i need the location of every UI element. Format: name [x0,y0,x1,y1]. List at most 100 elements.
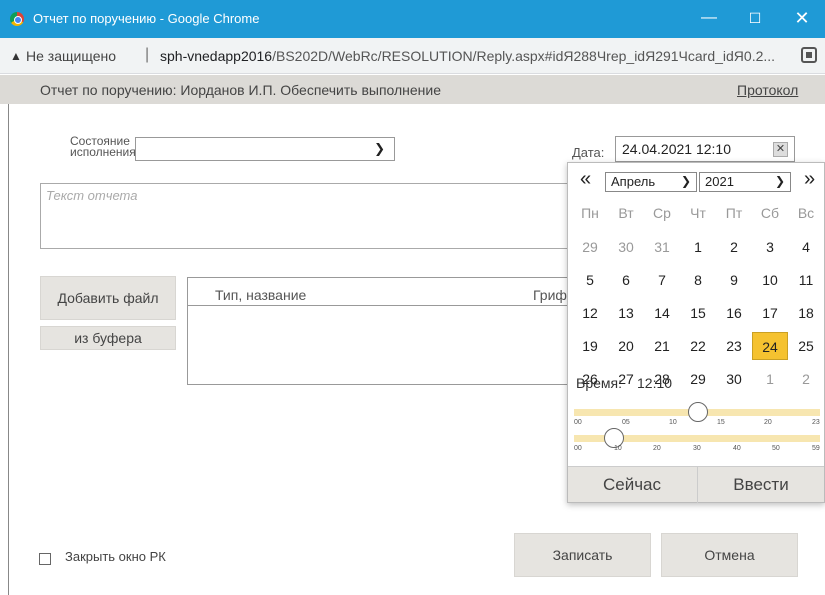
calendar-day[interactable]: 25 [788,332,824,360]
state-label: Состояние исполнения: [70,134,140,159]
from-buffer-button[interactable]: из буфера [40,326,176,350]
date-value: 24.04.2021 12:10 [622,141,731,157]
minute-tick-label: 00 [574,445,582,452]
minute-tick-label: 59 [812,445,820,452]
weekday-header: Пт [725,205,743,221]
calendar-day[interactable]: 1 [752,365,788,393]
calendar-day[interactable]: 6 [608,266,644,294]
calendar-day[interactable]: 11 [788,266,824,294]
minute-ticks: 00 10 20 30 40 50 59 [574,445,824,455]
calendar-day[interactable]: 16 [716,299,752,327]
calendar-footer: Сейчас Ввести [568,466,824,503]
url-text[interactable]: sph-vnedapp2016/BS202D/WebRc/RESOLUTION/… [160,48,775,64]
hour-tick-label: 05 [622,419,630,426]
weekday-header: Ср [653,205,671,221]
date-label: Дата: [572,145,605,160]
calendar-day[interactable]: 10 [752,266,788,294]
weekday-header: Пн [581,205,599,221]
calendar-day[interactable]: 13 [608,299,644,327]
chevron-down-icon: ❯ [680,174,691,188]
hour-tick-label: 00 [574,419,582,426]
url-host: sph-vnedapp2016 [160,48,273,64]
close-window-button[interactable]: ✕ [779,0,825,38]
calendar-popup: « Апрель ❯ 2021 ❯ » Пн Вт Ср Чт Пт Сб Вс 29 30 31… [567,162,825,503]
state-select[interactable]: ❯ [135,137,395,161]
files-column-stamp[interactable]: Гриф [533,287,567,303]
close-window-checkbox[interactable] [39,553,51,565]
calendar-day[interactable]: 8 [680,266,716,294]
calendar-day[interactable]: 30 [608,233,644,261]
clear-date-icon[interactable]: ✕ [773,142,788,157]
calendar-day[interactable]: 4 [788,233,824,261]
address-separator: | [145,46,150,63]
month-select[interactable]: Апрель ❯ [605,172,697,192]
now-button[interactable]: Сейчас [568,467,696,503]
qr-code-icon[interactable] [801,47,817,63]
minute-tick-label: 20 [653,445,661,452]
calendar-day[interactable]: 22 [680,332,716,360]
minute-tick-label: 10 [614,445,622,452]
calendar-day[interactable]: 14 [644,299,680,327]
page-title: Отчет по поручению: Иорданов И.П. Обеспе… [40,82,442,98]
calendar-day[interactable]: 29 [680,365,716,393]
hour-tick-label: 15 [717,419,725,426]
enter-button[interactable]: Ввести [697,467,824,503]
calendar-day[interactable]: 17 [752,299,788,327]
calendar-day[interactable]: 20 [608,332,644,360]
add-file-button[interactable]: Добавить файл [40,276,176,320]
chevron-down-icon: ❯ [774,174,785,188]
files-column-type-name[interactable]: Тип, название [215,287,306,303]
calendar-day[interactable]: 19 [572,332,608,360]
cancel-button[interactable]: Отмена [661,533,798,577]
date-input[interactable]: 24.04.2021 12:10 ✕ [615,136,795,162]
month-value: Апрель [611,174,656,189]
calendar-day[interactable]: 15 [680,299,716,327]
calendar-day[interactable]: 5 [572,266,608,294]
calendar-day[interactable]: 2 [788,365,824,393]
close-window-checkbox-label[interactable]: Закрыть окно РК [65,549,166,564]
calendar-day[interactable]: 12 [572,299,608,327]
calendar-day[interactable]: 31 [644,233,680,261]
hour-tick-label: 10 [669,419,677,426]
url-path: /BS202D/WebRc/RESOLUTION/Reply.aspx#idЯ2… [272,48,776,64]
hour-tick-label: 23 [812,419,820,426]
title-bar: Отчет по поручению - Google Chrome — ☐ ✕ [0,0,825,38]
calendar-day[interactable]: 7 [644,266,680,294]
minute-tick-label: 50 [772,445,780,452]
chevron-down-icon: ❯ [374,141,385,156]
calendar-day[interactable]: 18 [788,299,824,327]
calendar-day[interactable]: 21 [644,332,680,360]
files-table: Тип, название Гриф [187,277,580,385]
calendar-day[interactable]: 1 [680,233,716,261]
weekday-header: Вс [797,205,815,221]
next-month-icon[interactable]: » [804,168,815,191]
calendar-day[interactable]: 23 [716,332,752,360]
address-bar[interactable]: ▲ Не защищено | sph-vnedapp2016/BS202D/W… [0,38,825,74]
insecure-label[interactable]: Не защищено [26,48,116,64]
weekday-header: Вт [618,205,634,221]
chrome-icon [10,12,24,26]
calendar-day[interactable]: 2 [716,233,752,261]
window-title: Отчет по поручению - Google Chrome [33,11,260,26]
save-button[interactable]: Записать [514,533,651,577]
time-label: Время: [576,375,623,391]
minimize-button[interactable]: — [686,0,732,38]
report-textarea[interactable]: Текст отчета [40,183,580,249]
calendar-day[interactable]: 29 [572,233,608,261]
files-header-divider [188,305,579,306]
report-placeholder: Текст отчета [46,188,138,203]
hour-tick-label: 20 [764,419,772,426]
warning-icon[interactable]: ▲ [10,49,22,63]
calendar-day[interactable]: 3 [752,233,788,261]
minute-tick-label: 30 [693,445,701,452]
maximize-button[interactable]: ☐ [732,0,778,38]
year-select[interactable]: 2021 ❯ [699,172,791,192]
calendar-day[interactable]: 9 [716,266,752,294]
time-value: 12:10 [637,375,673,391]
protocol-link[interactable]: Протокол [737,82,798,98]
prev-month-icon[interactable]: « [580,168,591,191]
calendar-day[interactable]: 30 [716,365,752,393]
page-header: Отчет по поручению: Иорданов И.П. Обеспе… [0,75,825,104]
calendar-day-selected[interactable]: 24 [752,332,788,360]
weekday-header: Чт [690,205,706,221]
